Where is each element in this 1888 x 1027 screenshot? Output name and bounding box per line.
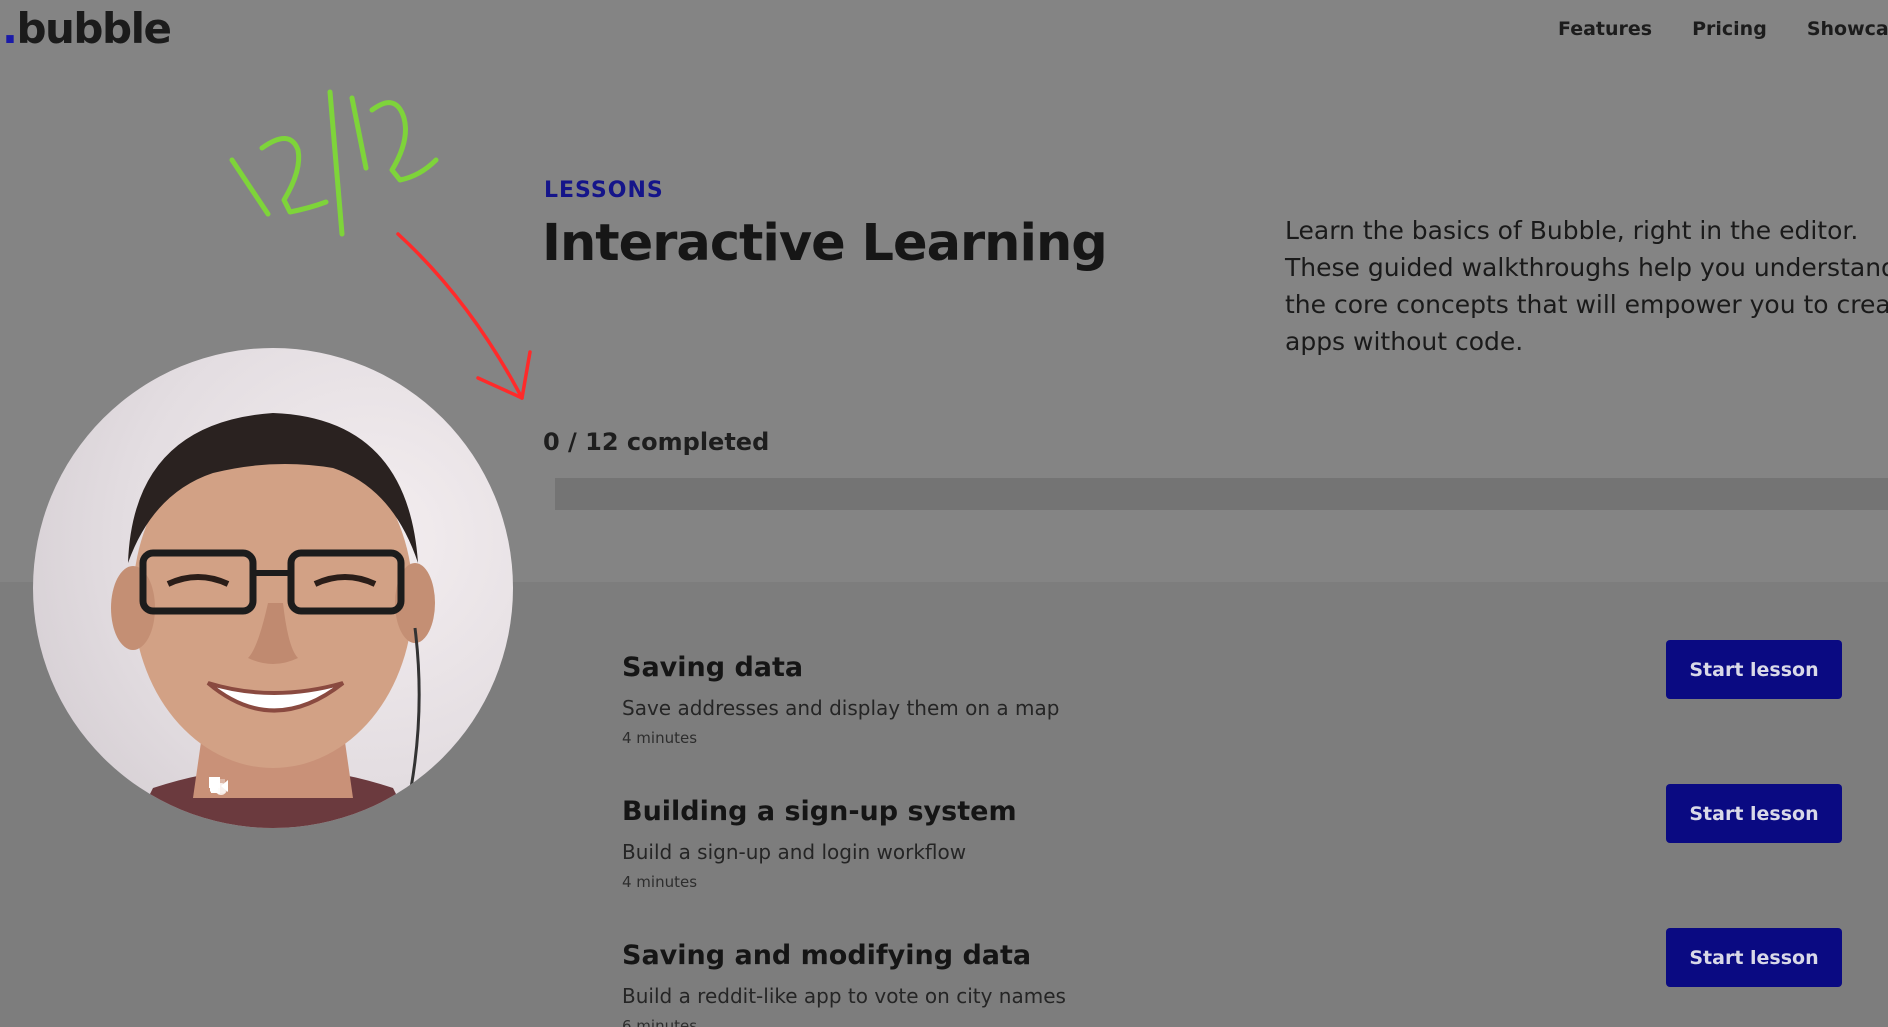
lesson-item: Building a sign-up system Build a sign-u…: [622, 784, 1852, 916]
page-title: Interactive Learning: [542, 214, 1108, 273]
lesson-title: Building a sign-up system: [622, 796, 1017, 827]
hero-description-line: the core concepts that will empower you …: [1285, 290, 1888, 319]
lesson-item: Saving and modifying data Build a reddit…: [622, 928, 1852, 1027]
progress-label: 0 / 12 completed: [543, 428, 770, 456]
logo-text: bubble: [16, 4, 171, 53]
webcam-controls: [208, 776, 334, 798]
start-lesson-button[interactable]: Start lesson: [1666, 928, 1842, 987]
nav-features[interactable]: Features: [1558, 18, 1652, 40]
lesson-description: Build a sign-up and login workflow: [622, 840, 967, 864]
page: .bubble Features Pricing Showcase LESSON…: [0, 0, 1888, 1027]
hero-description-line: apps without code.: [1285, 327, 1524, 356]
hero-description-line: Learn the basics of Bubble, right in the…: [1285, 216, 1859, 245]
hero-description-line: These guided walkthroughs help you under…: [1285, 253, 1888, 282]
start-lesson-button[interactable]: Start lesson: [1666, 784, 1842, 843]
flip-icon[interactable]: [210, 776, 334, 798]
nav-showcase[interactable]: Showcase: [1807, 18, 1888, 40]
presenter-face-image: [111, 413, 435, 828]
logo-dot: .: [2, 4, 18, 53]
nav-pricing[interactable]: Pricing: [1692, 18, 1767, 40]
start-lesson-button[interactable]: Start lesson: [1666, 640, 1842, 699]
lesson-item: Saving data Save addresses and display t…: [622, 640, 1852, 772]
section-eyebrow: LESSONS: [544, 178, 664, 203]
progress-bar: [555, 478, 1888, 510]
bubble-logo[interactable]: .bubble: [2, 4, 172, 53]
lesson-duration: 4 minutes: [622, 873, 698, 891]
lesson-title: Saving and modifying data: [622, 940, 1032, 971]
lesson-description: Build a reddit-like app to vote on city …: [622, 984, 1066, 1008]
lesson-description: Save addresses and display them on a map: [622, 696, 1060, 720]
hero-description: Learn the basics of Bubble, right in the…: [1285, 212, 1888, 360]
top-nav: Features Pricing Showcase: [1558, 18, 1888, 40]
lesson-duration: 4 minutes: [622, 729, 698, 747]
lesson-title: Saving data: [622, 652, 804, 683]
lesson-duration: 6 minutes: [622, 1017, 698, 1027]
resize-icon[interactable]: [211, 776, 282, 798]
webcam-overlay[interactable]: [33, 348, 513, 828]
